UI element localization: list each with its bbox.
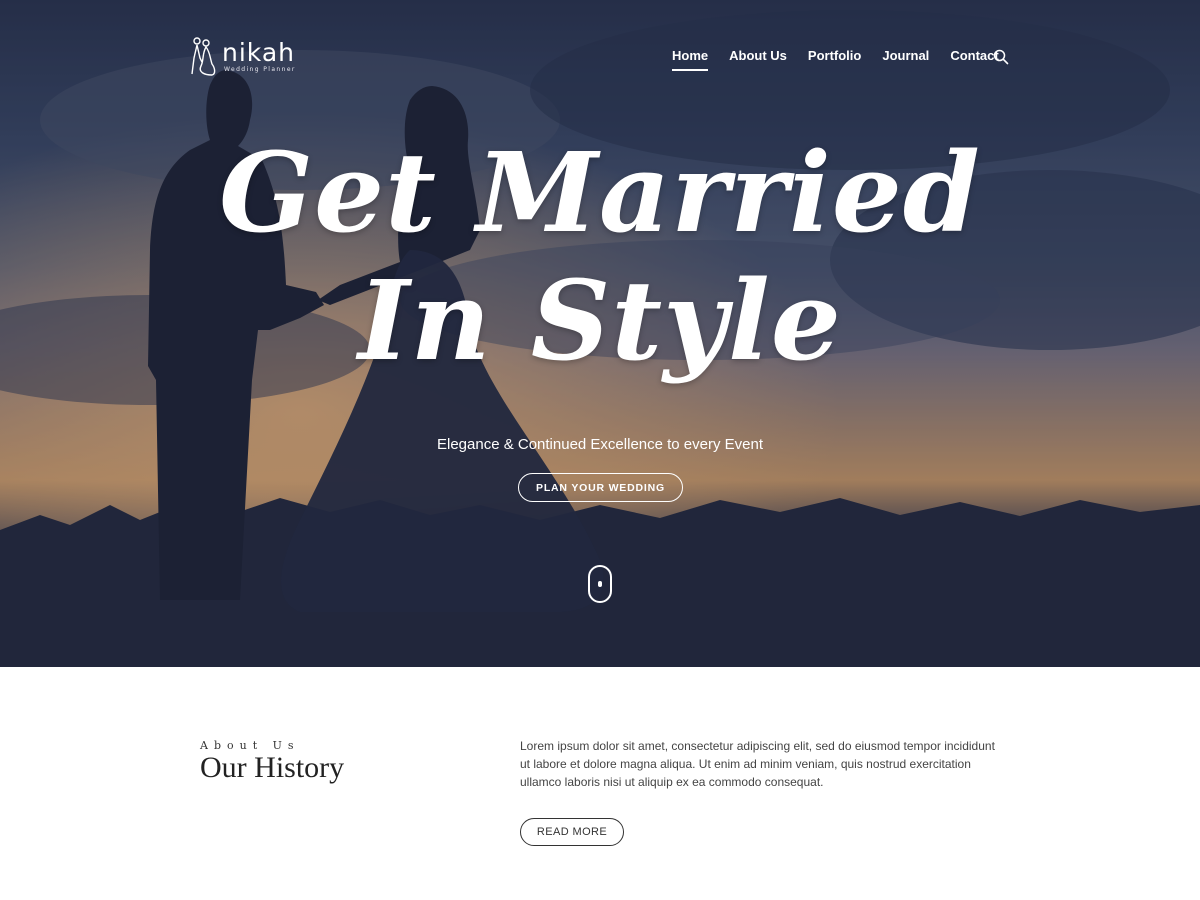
brand-name: nikah: [222, 38, 295, 67]
nav-home[interactable]: Home: [672, 48, 709, 71]
main-nav: Home About Us Portfolio Journal Contact: [672, 48, 1020, 78]
about-title: Our History: [200, 751, 345, 784]
headline-line-2: In Style: [358, 256, 842, 385]
brand-tagline: Wedding Planner: [224, 66, 296, 73]
read-more-button[interactable]: READ MORE: [520, 818, 624, 846]
nav-portfolio[interactable]: Portfolio: [808, 48, 861, 71]
search-icon[interactable]: [993, 49, 1009, 65]
scroll-wheel-dot: [598, 581, 602, 587]
hero-section: nikah Wedding Planner Home About Us Port…: [0, 0, 1200, 667]
brand-logo[interactable]: nikah Wedding Planner: [188, 36, 308, 78]
headline-line-1: Get Married: [219, 128, 981, 257]
hero-headline: Get Married In Style: [0, 138, 1200, 394]
about-body-text: Lorem ipsum dolor sit amet, consectetur …: [520, 739, 995, 789]
hero-subheading: Elegance & Continued Excellence to every…: [436, 436, 764, 453]
nav-about-us[interactable]: About Us: [729, 48, 787, 71]
nav-contact[interactable]: Contact: [950, 48, 998, 71]
couple-logo-icon: [191, 37, 216, 76]
plan-your-wedding-button[interactable]: PLAN YOUR WEDDING: [518, 473, 683, 502]
mouse-scroll-icon[interactable]: [588, 565, 612, 603]
nav-journal[interactable]: Journal: [882, 48, 929, 71]
about-section: About Us Our History Lorem ipsum dolor s…: [0, 667, 1200, 900]
